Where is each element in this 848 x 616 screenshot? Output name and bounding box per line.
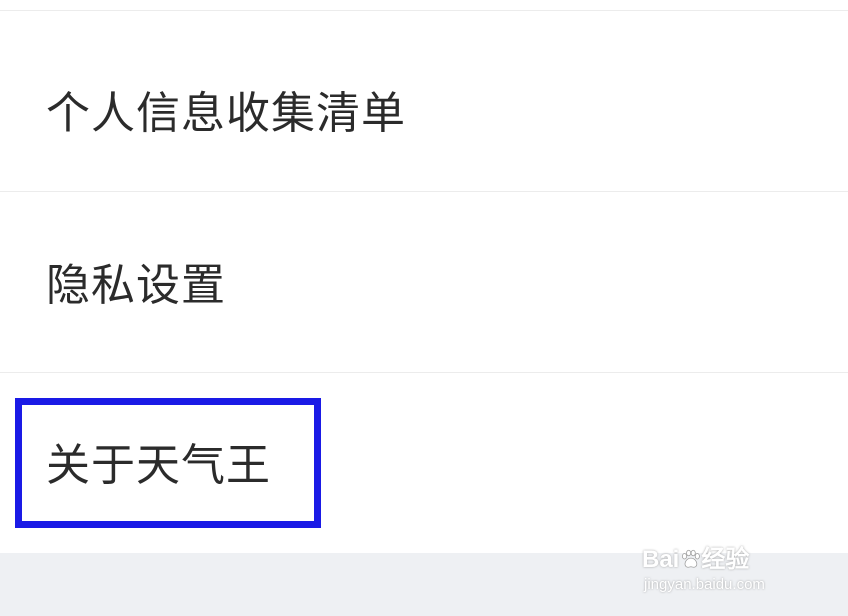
footer-background: Bai 经验 jingyan.baidu.com (0, 546, 848, 616)
menu-item-label: 关于天气王 (46, 440, 271, 491)
menu-item-privacy-settings[interactable]: 隐私设置 (0, 192, 848, 372)
menu-item-personal-info-list[interactable]: 个人信息收集清单 (0, 11, 848, 191)
watermark-brand: Bai 经验 (642, 546, 749, 574)
menu-item-label: 隐私设置 (46, 260, 226, 311)
watermark-brand-prefix: Bai (642, 546, 680, 573)
menu-item-label: 个人信息收集清单 (46, 88, 406, 139)
menu-item-about[interactable]: 关于天气王 (0, 373, 848, 553)
paw-icon (682, 549, 701, 568)
watermark-url: jingyan.baidu.com (644, 576, 765, 593)
settings-screen: 个人信息收集清单 隐私设置 关于天气王 Bai 经验 jingyan.baidu.… (0, 0, 848, 616)
watermark-brand-suffix: 经验 (701, 546, 750, 573)
baidu-jingyan-watermark: Bai 经验 jingyan.baidu.com (642, 546, 802, 598)
